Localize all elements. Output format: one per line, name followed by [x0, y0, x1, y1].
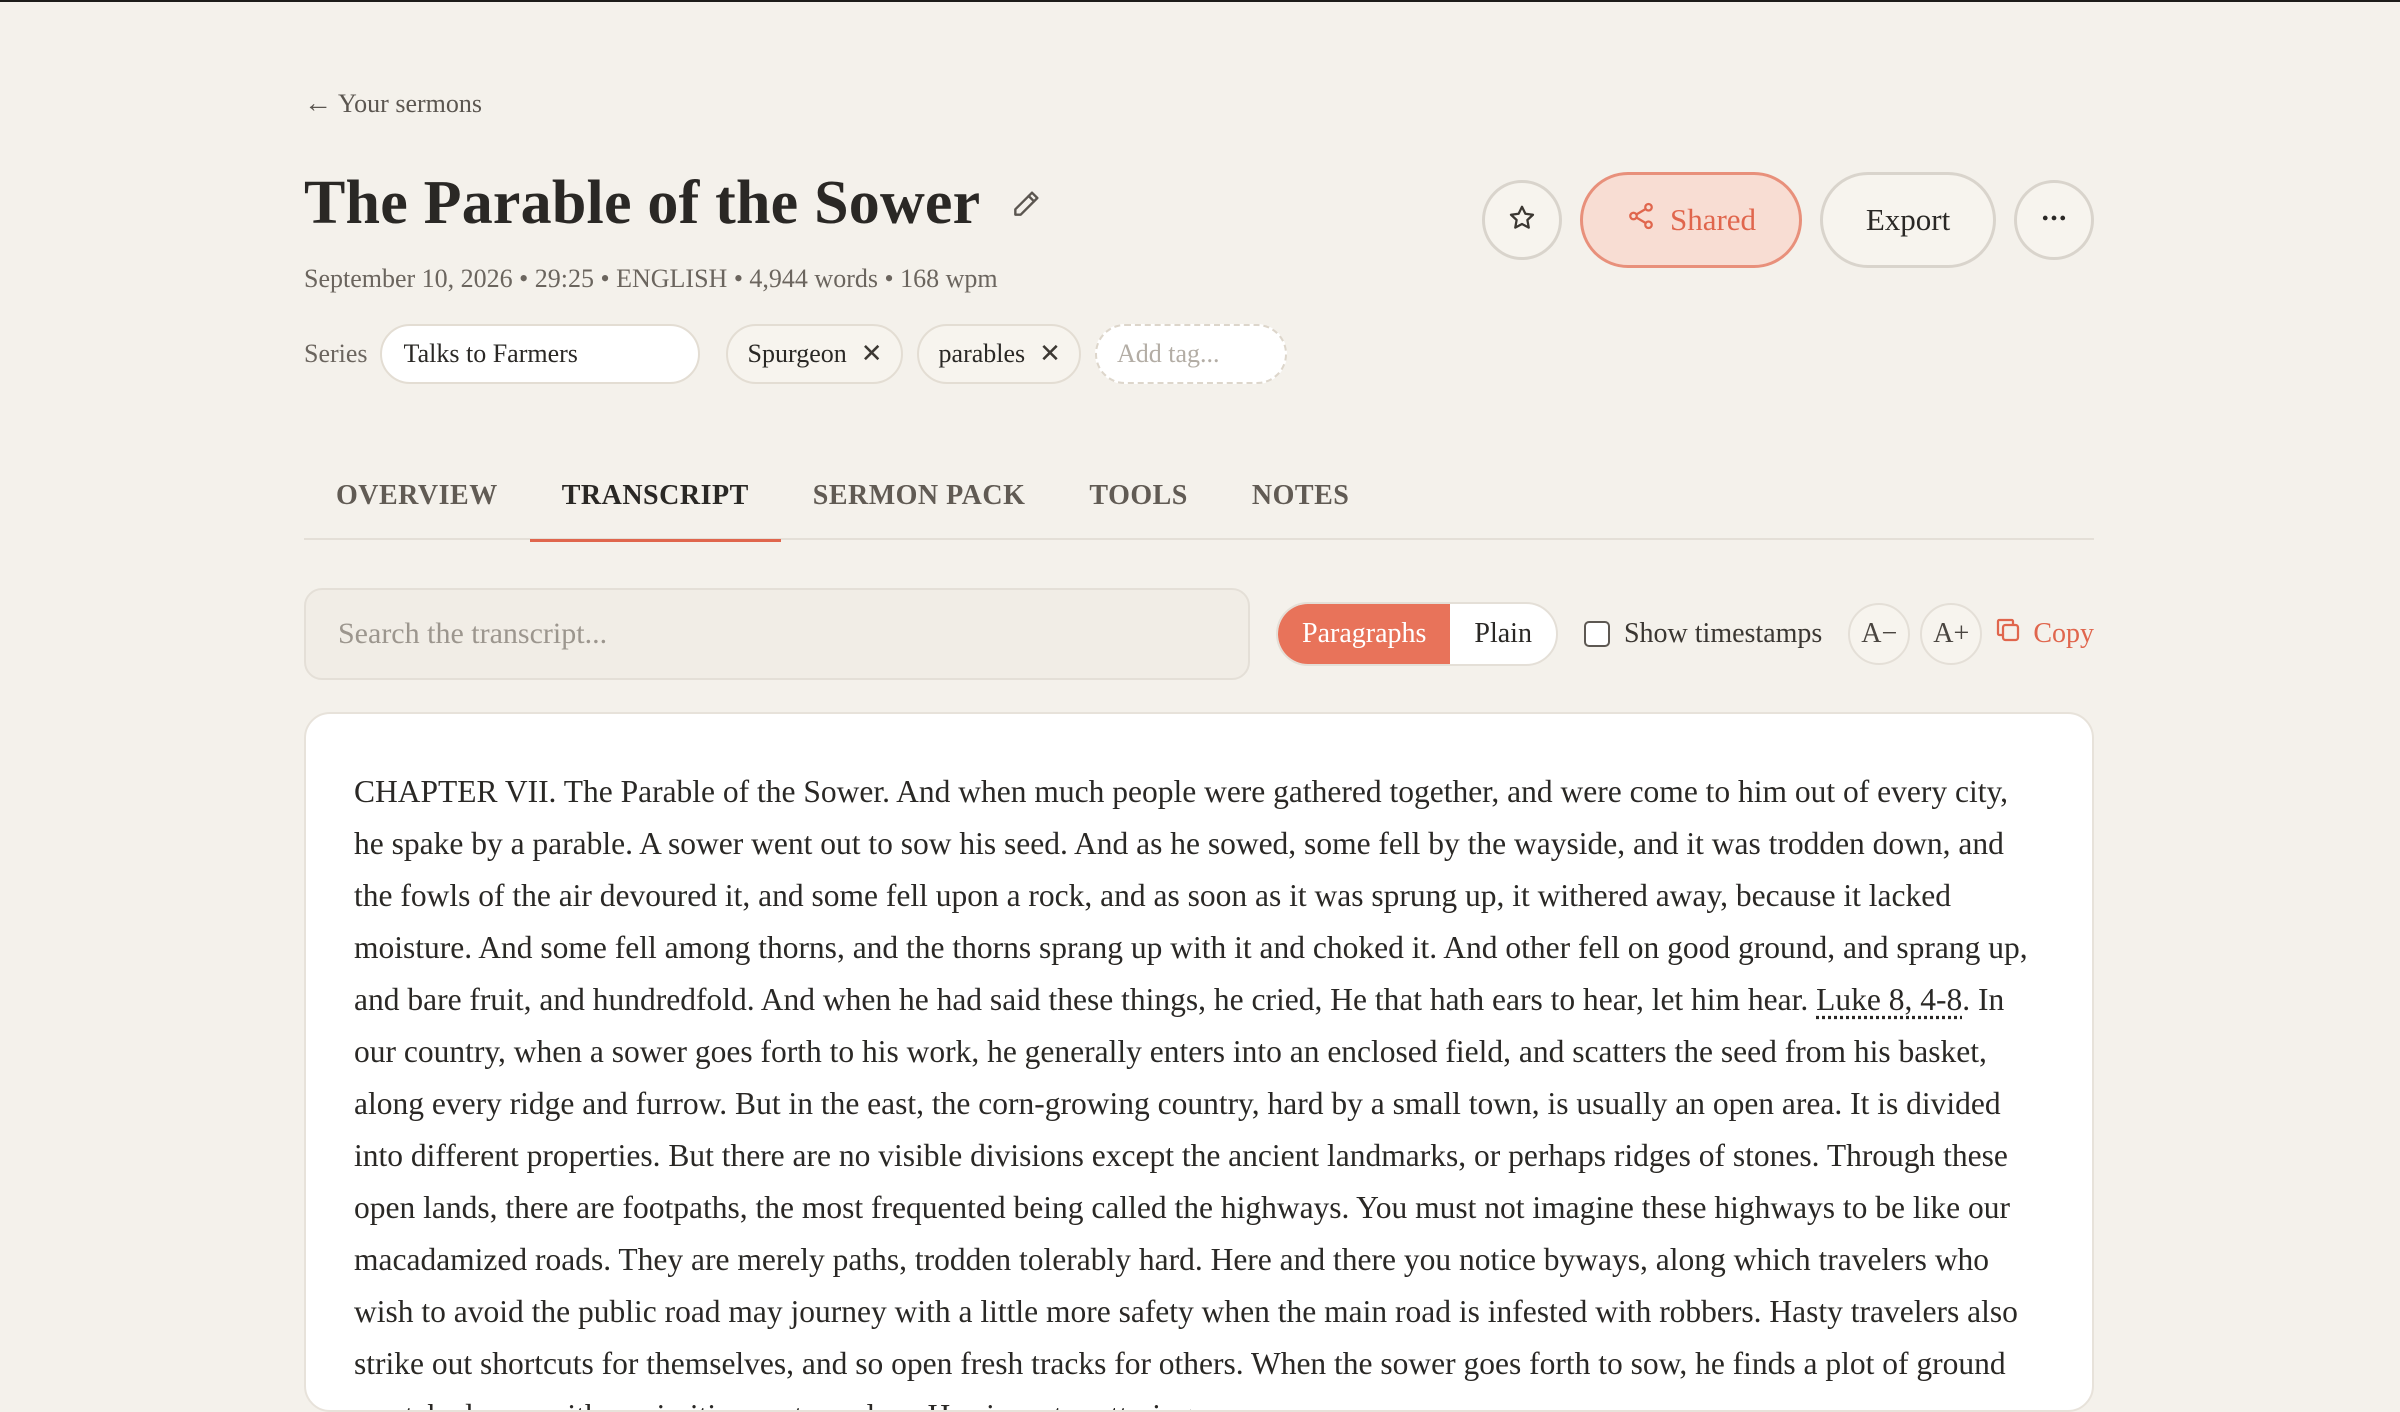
tab-transcript[interactable]: TRANSCRIPT: [530, 452, 781, 540]
close-icon[interactable]: ✕: [861, 341, 883, 367]
tag-label: Spurgeon: [748, 339, 847, 369]
timestamps-label: Show timestamps: [1624, 618, 1822, 650]
sermon-meta: September 10, 2026 • 29:25 • ENGLISH • 4…: [304, 264, 998, 294]
timestamps-checkbox[interactable]: [1584, 621, 1610, 647]
shared-label: Shared: [1670, 202, 1756, 238]
star-icon: [1507, 203, 1537, 238]
tab-notes[interactable]: NOTES: [1220, 452, 1381, 540]
tags-row: Series Spurgeon ✕ parables ✕: [304, 324, 1287, 384]
share-icon: [1626, 201, 1656, 239]
search-input[interactable]: [304, 588, 1250, 680]
transcript-text: CHAPTER VII. The Parable of the Sower. A…: [354, 766, 2044, 1412]
view-mode-toggle: Paragraphs Plain: [1276, 602, 1558, 666]
transcript-toolbar: Paragraphs Plain Show timestamps A− A+ C…: [304, 588, 2094, 680]
pencil-icon[interactable]: [1008, 186, 1044, 222]
copy-icon: [1993, 615, 2023, 653]
tab-tools[interactable]: TOOLS: [1057, 452, 1219, 540]
tab-bar: OVERVIEW TRANSCRIPT SERMON PACK TOOLS NO…: [304, 452, 2094, 540]
add-tag-input[interactable]: [1095, 324, 1287, 384]
scripture-reference-link[interactable]: Luke 8, 4-8: [1816, 982, 1962, 1017]
more-horizontal-icon: [2039, 203, 2069, 238]
tag-label: parables: [939, 339, 1026, 369]
close-icon[interactable]: ✕: [1039, 341, 1061, 367]
page-title: The Parable of the Sower: [304, 168, 980, 239]
transcript-segment: . In our country, when a sower goes fort…: [354, 982, 2018, 1412]
series-label: Series: [304, 339, 368, 369]
tab-sermon-pack[interactable]: SERMON PACK: [781, 452, 1058, 540]
favorite-button[interactable]: [1482, 180, 1562, 260]
export-label: Export: [1866, 202, 1950, 238]
font-decrease-button[interactable]: A−: [1848, 603, 1910, 665]
header-actions: Shared Export: [1482, 172, 2094, 268]
tag-chip: parables ✕: [917, 324, 1081, 384]
paragraphs-option[interactable]: Paragraphs: [1278, 604, 1450, 664]
title-row: The Parable of the Sower: [304, 168, 1044, 239]
back-link[interactable]: ← Your sermons: [304, 88, 482, 120]
export-button[interactable]: Export: [1820, 172, 1996, 268]
tag-chip: Spurgeon ✕: [726, 324, 903, 384]
more-button[interactable]: [2014, 180, 2094, 260]
sermon-page: ← Your sermons The Parable of the Sower …: [304, 0, 2094, 1376]
font-increase-button[interactable]: A+: [1920, 603, 1982, 665]
arrow-left-icon: ←: [304, 88, 332, 120]
copy-label: Copy: [2033, 618, 2094, 650]
plain-option[interactable]: Plain: [1450, 604, 1556, 664]
copy-button[interactable]: Copy: [1993, 615, 2094, 653]
series-input[interactable]: [380, 324, 700, 384]
transcript-segment: CHAPTER VII. The Parable of the Sower. A…: [354, 774, 2028, 1017]
transcript-panel: CHAPTER VII. The Parable of the Sower. A…: [304, 712, 2094, 1412]
shared-button[interactable]: Shared: [1580, 172, 1802, 268]
tab-overview[interactable]: OVERVIEW: [304, 452, 530, 540]
back-link-label: Your sermons: [338, 89, 482, 119]
timestamps-toggle: Show timestamps: [1584, 618, 1822, 650]
